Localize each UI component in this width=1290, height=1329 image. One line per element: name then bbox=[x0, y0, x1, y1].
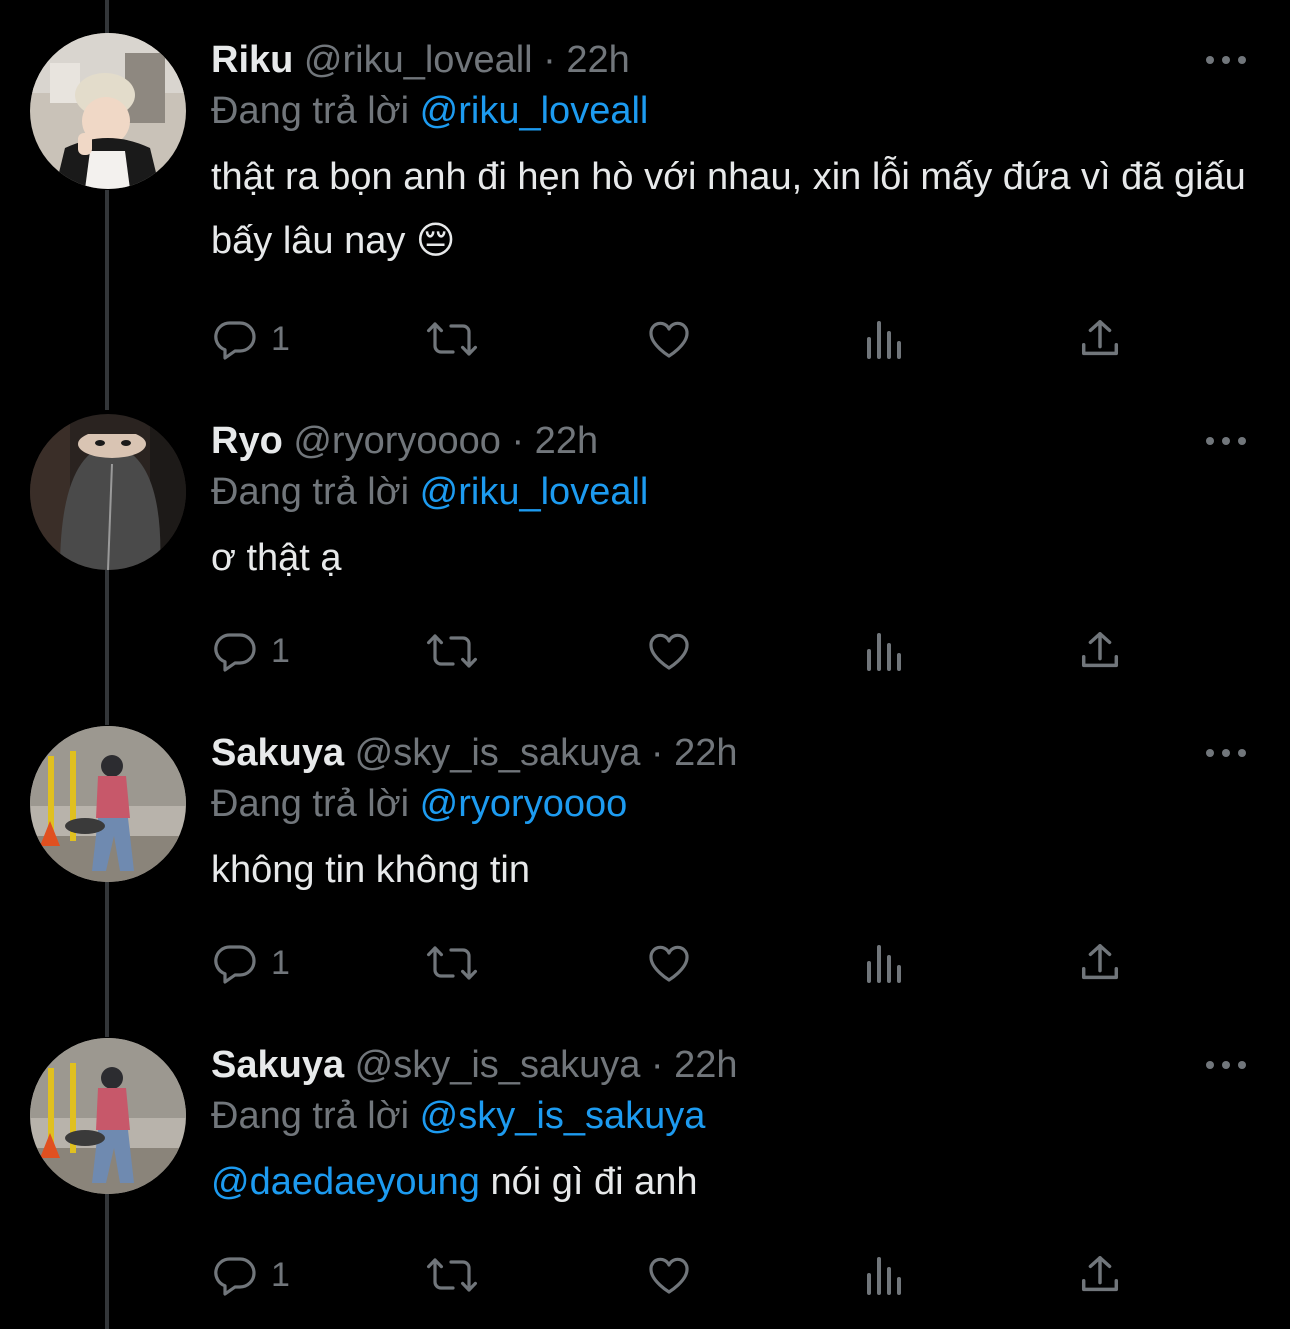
handle-and-time[interactable]: @riku_loveall · 22h bbox=[304, 39, 630, 81]
tweet[interactable]: Riku @riku_loveall · 22h Đang trả lời @r… bbox=[0, 0, 1290, 360]
replying-to: Đang trả lời @ryoryoooo bbox=[211, 778, 1261, 830]
replying-to-mention[interactable]: @riku_loveall bbox=[420, 471, 649, 513]
more-icon[interactable] bbox=[1206, 427, 1246, 455]
views-icon bbox=[867, 633, 901, 671]
like-button[interactable] bbox=[644, 1248, 694, 1302]
views-button[interactable] bbox=[863, 312, 907, 366]
views-icon bbox=[867, 321, 901, 359]
like-button[interactable] bbox=[644, 624, 694, 678]
replying-to: Đang trả lời @sky_is_sakuya bbox=[211, 1090, 1261, 1142]
retweet-button[interactable] bbox=[425, 312, 479, 366]
like-icon bbox=[649, 1257, 689, 1294]
like-button[interactable] bbox=[644, 312, 694, 366]
reply-button[interactable]: 1 bbox=[211, 312, 290, 366]
reply-button[interactable]: 1 bbox=[211, 936, 290, 990]
tweet[interactable]: Sakuya @sky_is_sakuya · 22h Đang trả lời… bbox=[0, 1005, 1290, 1317]
replying-to-label: Đang trả lời bbox=[211, 1095, 410, 1137]
tweet-header: Sakuya @sky_is_sakuya · 22h bbox=[211, 1040, 1261, 1090]
action-bar: 1 bbox=[211, 936, 1131, 990]
tweet-text: @daedaeyoung nói gì đi anh bbox=[211, 1150, 1261, 1214]
replying-to-label: Đang trả lời bbox=[211, 783, 410, 825]
handle-and-time[interactable]: @sky_is_sakuya · 22h bbox=[355, 732, 738, 774]
replying-to-mention[interactable]: @ryoryoooo bbox=[420, 783, 628, 825]
tweet-body: không tin không tin bbox=[211, 849, 531, 891]
more-icon[interactable] bbox=[1206, 1051, 1246, 1079]
tweet-text: không tin không tin bbox=[211, 838, 1261, 902]
views-icon bbox=[867, 1257, 901, 1295]
reply-count: 1 bbox=[271, 631, 290, 670]
tweet-content: Sakuya @sky_is_sakuya · 22h Đang trả lời… bbox=[211, 1040, 1261, 1214]
reply-button[interactable]: 1 bbox=[211, 1248, 290, 1302]
reply-count: 1 bbox=[271, 1255, 290, 1294]
share-icon bbox=[1081, 320, 1119, 356]
reply-count: 1 bbox=[271, 943, 290, 982]
display-name[interactable]: Ryo bbox=[211, 420, 283, 462]
reply-count: 1 bbox=[271, 319, 290, 358]
tweet-text: thật ra bọn anh đi hẹn hò với nhau, xin … bbox=[211, 145, 1261, 273]
tweet-header: Ryo @ryoryoooo · 22h bbox=[211, 416, 1261, 466]
like-icon bbox=[649, 321, 689, 358]
share-button[interactable] bbox=[1077, 1248, 1123, 1302]
like-icon bbox=[649, 633, 689, 670]
share-icon bbox=[1081, 944, 1119, 980]
tweet-header: Sakuya @sky_is_sakuya · 22h bbox=[211, 728, 1261, 778]
retweet-button[interactable] bbox=[425, 624, 479, 678]
retweet-icon bbox=[427, 322, 477, 356]
avatar[interactable] bbox=[30, 414, 186, 570]
tweet-content: Sakuya @sky_is_sakuya · 22h Đang trả lời… bbox=[211, 728, 1261, 902]
replying-to: Đang trả lời @riku_loveall bbox=[211, 85, 1261, 137]
display-name[interactable]: Sakuya bbox=[211, 732, 344, 774]
more-icon[interactable] bbox=[1206, 46, 1246, 74]
share-icon bbox=[1081, 632, 1119, 668]
like-icon bbox=[649, 945, 689, 982]
tweet-content: Ryo @ryoryoooo · 22h Đang trả lời @riku_… bbox=[211, 416, 1261, 590]
tweet-body: thật ra bọn anh đi hẹn hò với nhau, xin … bbox=[211, 156, 1246, 262]
display-name[interactable]: Sakuya bbox=[211, 1044, 344, 1086]
avatar[interactable] bbox=[30, 1038, 186, 1194]
replying-to-mention[interactable]: @riku_loveall bbox=[420, 90, 649, 132]
handle-and-time[interactable]: @sky_is_sakuya · 22h bbox=[355, 1044, 738, 1086]
replying-to-label: Đang trả lời bbox=[211, 471, 410, 513]
replying-to-label: Đang trả lời bbox=[211, 90, 410, 132]
tweet-text: ơ thật ạ bbox=[211, 526, 1261, 590]
retweet-icon bbox=[427, 1258, 477, 1292]
replying-to-mention[interactable]: @sky_is_sakuya bbox=[420, 1095, 706, 1137]
avatar[interactable] bbox=[30, 726, 186, 882]
views-icon bbox=[867, 945, 901, 983]
tweet-body: nói gì đi anh bbox=[479, 1161, 698, 1203]
tweet-header: Riku @riku_loveall · 22h bbox=[211, 35, 1261, 85]
retweet-icon bbox=[427, 634, 477, 668]
retweet-button[interactable] bbox=[425, 1248, 479, 1302]
retweet-button[interactable] bbox=[425, 936, 479, 990]
reply-icon bbox=[214, 633, 256, 672]
share-button[interactable] bbox=[1077, 624, 1123, 678]
share-button[interactable] bbox=[1077, 312, 1123, 366]
tweet[interactable]: Sakuya @sky_is_sakuya · 22h Đang trả lời… bbox=[0, 693, 1290, 1005]
views-button[interactable] bbox=[863, 936, 907, 990]
action-bar: 1 bbox=[211, 624, 1131, 678]
views-button[interactable] bbox=[863, 624, 907, 678]
reply-button[interactable]: 1 bbox=[211, 624, 290, 678]
replying-to: Đang trả lời @riku_loveall bbox=[211, 466, 1261, 518]
avatar[interactable] bbox=[30, 33, 186, 189]
tweet-content: Riku @riku_loveall · 22h Đang trả lời @r… bbox=[211, 35, 1261, 273]
handle-and-time[interactable]: @ryoryoooo · 22h bbox=[293, 420, 598, 462]
views-button[interactable] bbox=[863, 1248, 907, 1302]
like-button[interactable] bbox=[644, 936, 694, 990]
tweet[interactable]: Ryo @ryoryoooo · 22h Đang trả lời @riku_… bbox=[0, 381, 1290, 693]
more-icon[interactable] bbox=[1206, 739, 1246, 767]
tweet-body: ơ thật ạ bbox=[211, 537, 342, 579]
tweet-mention[interactable]: @daedaeyoung bbox=[211, 1161, 480, 1203]
share-button[interactable] bbox=[1077, 936, 1123, 990]
display-name[interactable]: Riku bbox=[211, 39, 293, 81]
action-bar: 1 bbox=[211, 312, 1131, 366]
reply-icon bbox=[214, 1257, 256, 1296]
share-icon bbox=[1081, 1256, 1119, 1292]
retweet-icon bbox=[427, 946, 477, 980]
reply-icon bbox=[214, 321, 256, 360]
reply-icon bbox=[214, 945, 256, 984]
action-bar: 1 bbox=[211, 1248, 1131, 1302]
